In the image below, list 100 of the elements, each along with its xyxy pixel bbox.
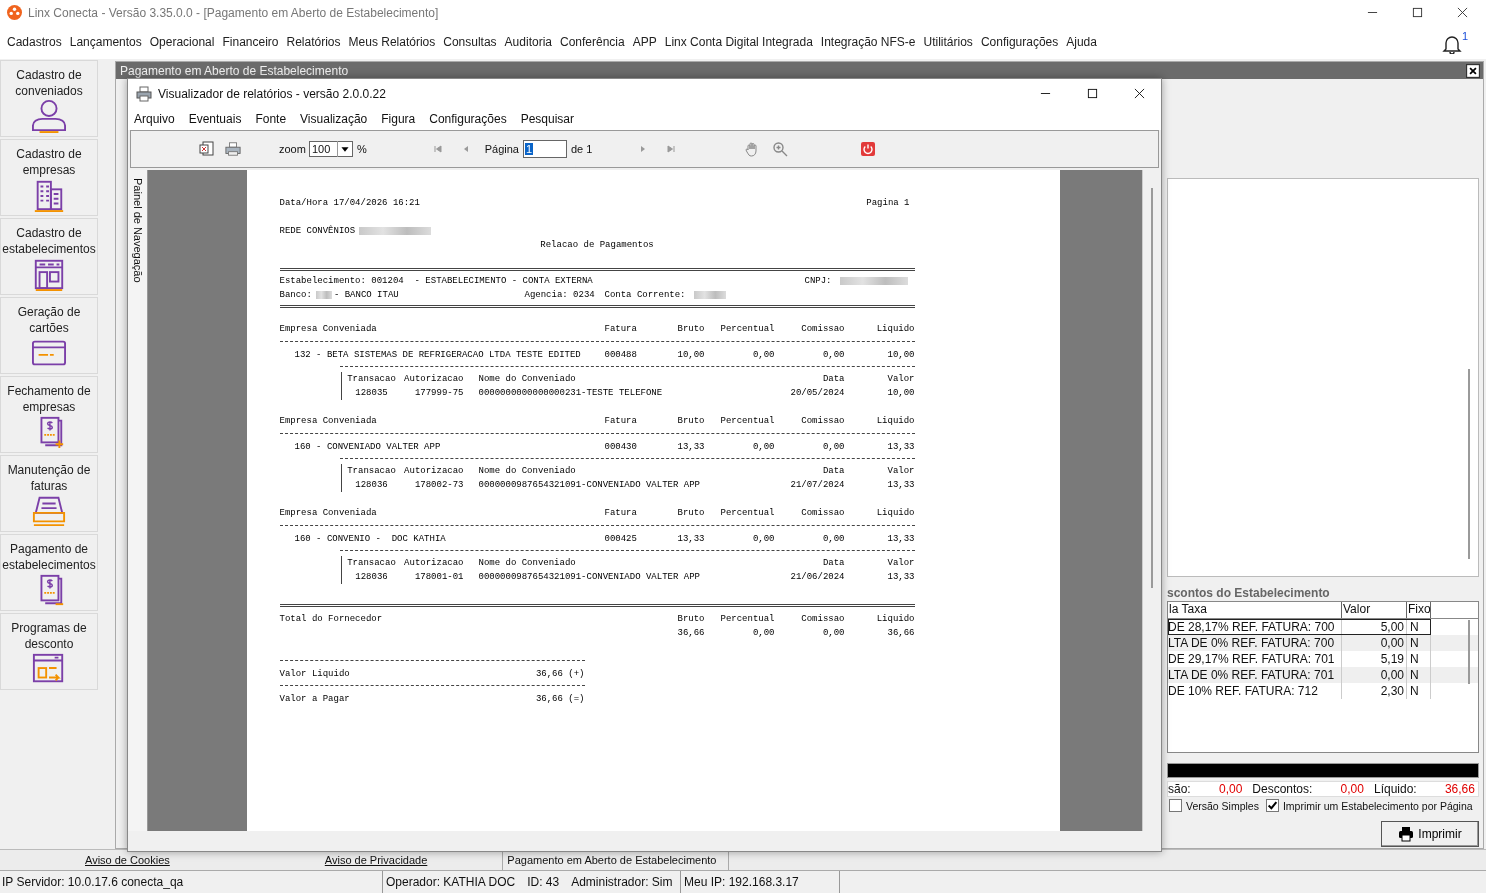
table-row[interactable]: DE 28,17% REF. FATURA: 700 5,00 N: [1168, 619, 1431, 635]
column-header[interactable]: Fixo: [1407, 602, 1431, 618]
table-row[interactable]: LTA DE 0% REF. FATURA: 700 0,00 N: [1168, 635, 1478, 651]
sidebar-item[interactable]: Fechamento de empresas: [0, 376, 98, 453]
report-cell-text: 13,33: [886, 442, 915, 452]
column-header: Data: [821, 374, 845, 384]
sidebar-item[interactable]: Cadastro de conveniados: [0, 60, 98, 137]
report-text: Banco:: [279, 290, 312, 300]
sidebar-item[interactable]: Manutenção de faturas: [0, 455, 98, 532]
report-cell-text: 0000000987654321091-CONVENIADO VALTER APP: [478, 572, 701, 582]
close-icon[interactable]: [1466, 63, 1480, 78]
page-field[interactable]: 1: [522, 140, 567, 158]
report-cell-text: 0,00: [751, 628, 775, 638]
report-cell: 36,66 (=): [535, 694, 585, 704]
menu-item[interactable]: Utilitários: [923, 35, 973, 49]
report-cell-text: 10,00: [886, 350, 915, 360]
zoom-dropdown[interactable]: 100: [308, 141, 353, 157]
sidebar-item[interactable]: Programas de desconto: [0, 613, 98, 690]
menu-item[interactable]: Lançamentos: [69, 35, 142, 49]
table-cell: DE 10% REF. FATURA: 712: [1168, 683, 1342, 699]
column-header[interactable]: la Taxa: [1168, 602, 1342, 618]
table-cell: LTA DE 0% REF. FATURA: 701: [1168, 667, 1342, 683]
sidebar-item[interactable]: Pagamento de estabelecimentos: [0, 534, 98, 611]
zoom-in-icon[interactable]: [772, 141, 789, 157]
column-header: Empresa Conveniada: [279, 508, 378, 518]
sidebar-item[interactable]: Geração de cartões: [0, 297, 98, 374]
table-cell: LTA DE 0% REF. FATURA: 700: [1168, 635, 1342, 651]
menu-item[interactable]: Fonte: [255, 112, 287, 126]
report-cell-text: 10,00: [886, 388, 915, 398]
export-icon[interactable]: [199, 141, 215, 157]
status-text: Meu IP: 192.168.3.17: [684, 875, 799, 889]
column-header: Bruto: [676, 508, 705, 518]
menu-item[interactable]: Conferência: [560, 35, 625, 49]
report-cell-text: 13,33: [886, 534, 915, 544]
close-icon[interactable]: [1457, 7, 1468, 18]
cookies-link[interactable]: Aviso de Cookies: [85, 854, 170, 866]
report-cell-text: 178002-73: [413, 480, 464, 490]
column-header: Bruto: [676, 416, 705, 426]
menu-item[interactable]: Eventuais: [188, 112, 242, 126]
column-header: Data: [821, 466, 845, 476]
report-cell-text: 36,66: [886, 628, 915, 638]
menu-item[interactable]: Cadastros: [7, 35, 62, 49]
printer-icon[interactable]: [225, 141, 241, 157]
report-cell-text: 13,33: [886, 480, 915, 490]
close-icon[interactable]: [1134, 88, 1145, 99]
checkbox[interactable]: [1265, 799, 1279, 812]
total-label: Líquido:: [1373, 782, 1417, 796]
print-button[interactable]: Imprimir: [1381, 821, 1479, 847]
checkbox-label: Versão Simples: [1186, 799, 1259, 812]
table-row[interactable]: DE 10% REF. FATURA: 712 2,30 N: [1168, 683, 1478, 699]
table-cell: 0,00: [1342, 667, 1407, 683]
menu-item[interactable]: Relatórios: [286, 35, 341, 49]
report-cell-text: 0000000987654321091-CONVENIADO VALTER APP: [478, 480, 701, 490]
table-cell: N: [1407, 667, 1431, 683]
report-text: Agencia: 0234: [524, 290, 596, 300]
maximize-icon[interactable]: [1412, 7, 1423, 18]
person-icon: [29, 99, 69, 133]
menu-item[interactable]: Auditoria: [504, 35, 552, 49]
child-window-title: Pagamento em Aberto de Estabelecimento: [120, 63, 349, 78]
maximize-icon[interactable]: [1087, 88, 1098, 99]
scrollbar[interactable]: [1142, 170, 1161, 831]
privacy-link[interactable]: Aviso de Privacidade: [324, 854, 428, 866]
menu-item[interactable]: Financeiro: [222, 35, 279, 49]
menu-item[interactable]: Configurações: [980, 35, 1059, 49]
table-row[interactable]: LTA DE 0% REF. FATURA: 701 0,00 N: [1168, 667, 1478, 683]
menu-item[interactable]: Linx Conta Digital Integrada: [664, 35, 813, 49]
menu-item[interactable]: Pesquisar: [520, 112, 574, 126]
sidebar-item[interactable]: Cadastro de estabelecimentos: [0, 218, 98, 295]
column-header: Valor: [886, 558, 915, 568]
column-header: Fatura: [604, 508, 638, 518]
column-header: Percentual: [719, 614, 775, 624]
report-cell-text: 36,66: [676, 628, 705, 638]
report-cell-text: 13,33: [676, 534, 705, 544]
menu-item[interactable]: Configurações: [429, 112, 507, 126]
report-cell-text: 132 - BETA SISTEMAS DE REFRIGERACAO LTDA TESTE EDITED: [293, 350, 582, 360]
menu-item[interactable]: Integração NFS-e: [820, 35, 916, 49]
sidebar-item[interactable]: Cadastro de empresas: [0, 139, 98, 216]
report-cell-text: 0,00: [821, 628, 845, 638]
menu-item[interactable]: Visualização: [300, 112, 368, 126]
report-text: Total do Fornecedor: [279, 614, 384, 624]
column-header: Comissao: [800, 614, 845, 624]
menu-item[interactable]: Operacional: [149, 35, 215, 49]
menu-item[interactable]: Figura: [381, 112, 416, 126]
menu-item[interactable]: Arquivo: [134, 112, 175, 126]
report-text: CNPJ:: [804, 276, 832, 286]
column-header: Autorizacao: [403, 374, 464, 384]
stop-icon[interactable]: [860, 141, 877, 157]
menu-item[interactable]: Ajuda: [1066, 35, 1097, 49]
menu-item[interactable]: APP: [632, 35, 657, 49]
checkbox[interactable]: [1169, 799, 1182, 812]
column-header[interactable]: Valor: [1342, 602, 1407, 618]
menu-item[interactable]: Consultas: [443, 35, 497, 49]
report-text: Valor Liquido: [279, 669, 350, 679]
column-header: Bruto: [676, 324, 705, 334]
report-text: REDE CONVÊNIOS: [279, 226, 356, 236]
menu-item[interactable]: Meus Relatórios: [348, 35, 436, 49]
total-label: Descontos:: [1252, 782, 1313, 796]
bell-icon[interactable]: [1441, 34, 1462, 54]
column-header: Nome do Conveniado: [478, 558, 577, 568]
column-header: Percentual: [719, 416, 775, 426]
